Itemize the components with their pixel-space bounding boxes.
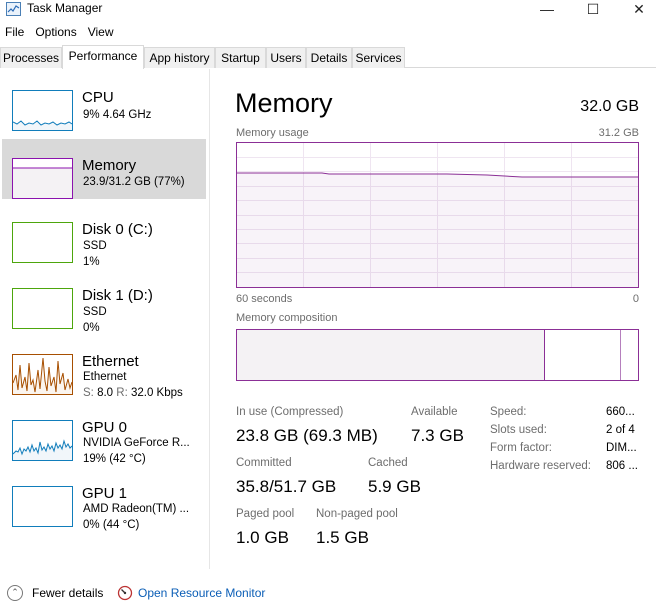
nonpaged-pool-value: 1.5 GB [316,528,369,547]
chevron-up-icon[interactable]: ⌃ [7,585,23,601]
tab-services[interactable]: Services [352,47,405,68]
hardware-reserved-label: Hardware reserved: [490,460,591,472]
speed-value: 660... [606,406,635,418]
sidebar-item-gpu-1[interactable]: GPU 1 AMD Radeon(TM) ... 0% (44 °C) [2,467,206,531]
window-title: Task Manager [27,1,103,15]
memory-composition-bar [236,329,639,381]
sidebar-item-name: Disk 0 (C:) [82,221,153,238]
tab-app-history[interactable]: App history [144,47,215,68]
nonpaged-pool-label: Non-paged pool [316,508,398,520]
disk1-type: SSD [83,306,107,318]
gpu1-model: AMD Radeon(TM) ... [83,503,190,515]
tab-strip: Processes Performance App history Startu… [0,45,656,69]
memory-usage-label: Memory usage [236,127,309,139]
maximize-button[interactable]: ☐ [570,0,616,18]
cpu-thumbnail-graph [12,90,73,131]
page-title: Memory [235,88,333,118]
sidebar-item-ethernet[interactable]: Ethernet Ethernet S: 8.0 R: 32.0 Kbps [2,335,206,399]
graph-time-end: 0 [632,293,639,305]
title-bar: Task Manager — ☐ ✕ [0,0,656,20]
gpu1-thumbnail-graph [12,486,73,527]
sidebar-item-disk-1[interactable]: Disk 1 (D:) SSD 0% [2,269,206,334]
menu-options[interactable]: Options [30,23,82,43]
gpu0-thumbnail-graph [12,420,73,461]
minimize-button[interactable]: — [524,0,570,18]
fewer-details-button[interactable]: Fewer details [32,586,103,600]
memory-detail-panel: Memory 32.0 GB Memory usage 31.2 GB 60 s… [222,69,656,569]
resource-sidebar: CPU 9% 4.64 GHz Memory 23.9/31.2 GB (77%… [0,69,210,569]
gpu1-usage: 0% (44 °C) [83,519,140,531]
paged-pool-value: 1.0 GB [236,528,289,547]
open-resource-monitor-link[interactable]: Open Resource Monitor [138,586,265,600]
in-use-value: 23.8 GB (69.3 MB) [236,426,378,445]
committed-label: Committed [236,457,292,469]
form-factor-label: Form factor: [490,442,552,454]
menu-bar: File Options View [0,23,120,43]
memory-thumbnail-graph [12,158,73,199]
paged-pool-label: Paged pool [236,508,295,520]
committed-value: 35.8/51.7 GB [236,477,337,496]
sidebar-item-name: Ethernet [82,353,139,370]
sidebar-item-disk-0[interactable]: Disk 0 (C:) SSD 1% [2,203,206,268]
memory-composition-label: Memory composition [236,312,338,324]
total-memory: 32.0 GB [580,98,639,115]
sidebar-item-memory[interactable]: Memory 23.9/31.2 GB (77%) [2,139,206,199]
disk0-usage: 1% [83,256,100,268]
gpu0-usage: 19% (42 °C) [83,453,146,465]
composition-standby-divider [620,330,621,380]
memory-usage-max: 31.2 GB [598,127,639,139]
in-use-label: In use (Compressed) [236,406,344,418]
form-factor-value: DIM... [606,442,637,454]
disk0-thumbnail-graph [12,222,73,263]
slots-used-value: 2 of 4 [606,424,635,436]
sidebar-item-name: CPU [82,89,114,106]
hardware-reserved-value: 806 ... [606,460,638,472]
available-value: 7.3 GB [411,426,464,445]
resource-monitor-icon[interactable] [117,585,133,601]
memory-usage-graph [236,142,639,288]
slots-used-label: Slots used: [490,424,547,436]
sidebar-item-name: Memory [82,157,137,174]
sidebar-item-name: GPU 1 [82,485,128,502]
sidebar-item-cpu[interactable]: CPU 9% 4.64 GHz [2,71,206,131]
disk1-thumbnail-graph [12,288,73,329]
graph-time-start: 60 seconds [236,293,293,305]
task-manager-icon [6,2,21,16]
ethernet-thumbnail-graph [12,354,73,395]
sidebar-item-name: GPU 0 [82,419,128,436]
disk0-type: SSD [83,240,107,252]
tab-processes[interactable]: Processes [0,47,62,68]
sidebar-item-gpu-0[interactable]: GPU 0 NVIDIA GeForce R... 19% (42 °C) [2,401,206,465]
gpu0-model: NVIDIA GeForce R... [83,437,190,449]
cached-value: 5.9 GB [368,477,421,496]
available-label: Available [411,406,458,418]
tab-startup[interactable]: Startup [215,47,266,68]
cpu-summary: 9% 4.64 GHz [83,109,152,121]
tab-performance[interactable]: Performance [62,45,144,69]
menu-file[interactable]: File [0,23,30,43]
footer-bar: ⌃ Fewer details Open Resource Monitor [0,580,656,605]
memory-summary: 23.9/31.2 GB (77%) [83,176,185,188]
ethernet-throughput: S: 8.0 R: 32.0 Kbps [83,387,183,399]
menu-view[interactable]: View [83,23,120,43]
disk1-usage: 0% [83,322,100,334]
tab-users[interactable]: Users [266,47,306,68]
tab-details[interactable]: Details [306,47,352,68]
sidebar-item-name: Disk 1 (D:) [82,287,153,304]
cached-label: Cached [368,457,408,469]
ethernet-adapter: Ethernet [83,371,127,383]
close-button[interactable]: ✕ [616,0,656,18]
speed-label: Speed: [490,406,527,418]
composition-in-use-segment [237,330,545,380]
